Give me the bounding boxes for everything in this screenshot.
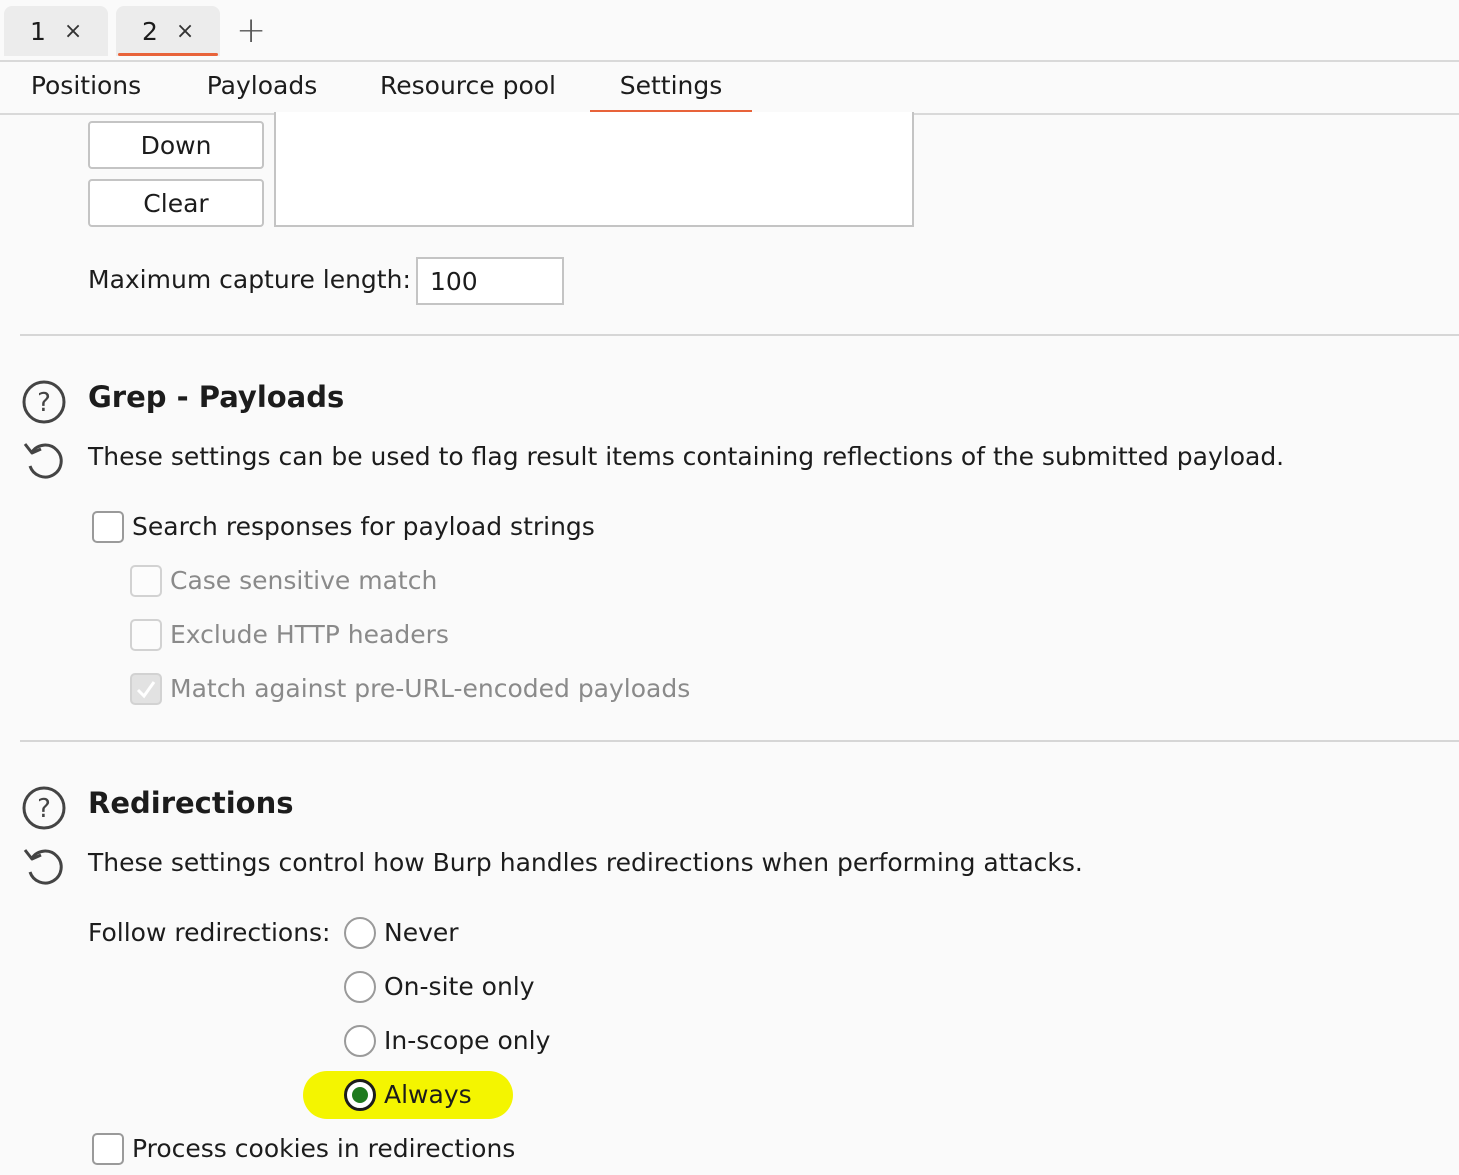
tab-settings[interactable]: Settings bbox=[590, 71, 752, 114]
reset-icon[interactable] bbox=[20, 842, 68, 890]
tab-strip: 1 × 2 × + bbox=[0, 0, 1459, 62]
case-sensitive-checkbox[interactable] bbox=[130, 565, 162, 597]
svg-text:?: ? bbox=[37, 388, 51, 418]
process-cookies-label: Process cookies in redirections bbox=[132, 1134, 516, 1163]
match-pre-url-encoded-label: Match against pre-URL-encoded payloads bbox=[170, 674, 691, 703]
settings-subtabs: Positions Payloads Resource pool Setting… bbox=[0, 64, 1459, 115]
exclude-http-headers-checkbox[interactable] bbox=[130, 619, 162, 651]
svg-text:?: ? bbox=[37, 794, 51, 824]
process-cookies-checkbox[interactable] bbox=[92, 1133, 124, 1165]
tab-resource-pool[interactable]: Resource pool bbox=[380, 71, 556, 113]
radio-always-label: Always bbox=[384, 1080, 472, 1109]
grep-extract-list[interactable] bbox=[274, 112, 914, 227]
search-payload-strings-checkbox[interactable] bbox=[92, 511, 124, 543]
tab-1[interactable]: 1 × bbox=[4, 6, 108, 56]
follow-redirections-label: Follow redirections: bbox=[88, 918, 331, 947]
tab-positions[interactable]: Positions bbox=[30, 71, 142, 113]
search-payload-strings-label: Search responses for payload strings bbox=[132, 512, 595, 541]
radio-in-scope-only-label: In-scope only bbox=[384, 1026, 551, 1055]
exclude-http-headers-label: Exclude HTTP headers bbox=[170, 620, 449, 649]
tab-2[interactable]: 2 × bbox=[116, 6, 220, 56]
radio-never-label: Never bbox=[384, 918, 459, 947]
grep-payloads-title: Grep - Payloads bbox=[88, 380, 345, 414]
redirections-description: These settings control how Burp handles … bbox=[88, 848, 1083, 877]
redirections-title: Redirections bbox=[88, 786, 294, 820]
radio-on-site-only[interactable] bbox=[344, 971, 376, 1003]
match-pre-url-encoded-checkbox[interactable] bbox=[130, 673, 162, 705]
divider bbox=[20, 334, 1459, 336]
new-tab-plus-icon[interactable]: + bbox=[236, 10, 266, 51]
close-icon[interactable]: × bbox=[64, 19, 82, 44]
radio-never[interactable] bbox=[344, 917, 376, 949]
close-icon[interactable]: × bbox=[176, 19, 194, 44]
reset-icon[interactable] bbox=[20, 436, 68, 484]
case-sensitive-label: Case sensitive match bbox=[170, 566, 438, 595]
divider bbox=[20, 740, 1459, 742]
help-icon[interactable]: ? bbox=[20, 378, 68, 426]
radio-always[interactable] bbox=[344, 1079, 376, 1111]
checkmark-icon bbox=[136, 681, 156, 699]
tab-payloads[interactable]: Payloads bbox=[206, 71, 318, 113]
down-button[interactable]: Down bbox=[88, 121, 264, 169]
help-icon[interactable]: ? bbox=[20, 784, 68, 832]
radio-in-scope-only[interactable] bbox=[344, 1025, 376, 1057]
clear-button[interactable]: Clear bbox=[88, 179, 264, 227]
tab-2-label: 2 bbox=[142, 16, 158, 46]
grep-payloads-description: These settings can be used to flag resul… bbox=[88, 442, 1285, 471]
max-capture-input[interactable]: 100 bbox=[416, 257, 564, 305]
tab-1-label: 1 bbox=[30, 16, 46, 46]
max-capture-label: Maximum capture length: bbox=[88, 265, 411, 294]
radio-on-site-only-label: On-site only bbox=[384, 972, 535, 1001]
